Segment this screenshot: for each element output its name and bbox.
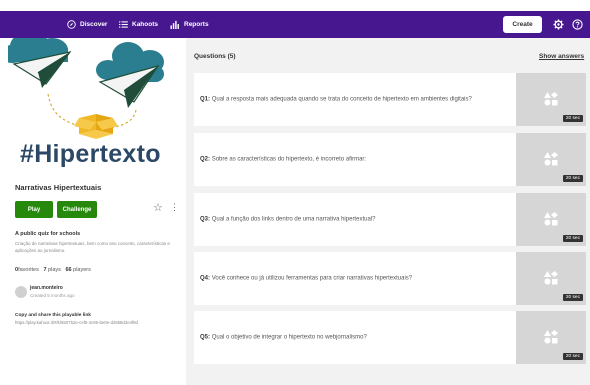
answer-shapes-icon — [544, 271, 558, 285]
nav-kahoots-label: Kahoots — [132, 20, 158, 28]
compass-icon — [66, 19, 76, 29]
question-label: Qual a função dos links dentro de uma na… — [211, 216, 376, 222]
question-label: Sobre as características do hipertexto, … — [211, 156, 367, 162]
time-badge: 20 sec — [562, 115, 583, 122]
question-thumbnail: 20 sec — [516, 252, 586, 305]
question-card[interactable]: Q1: Qual a resposta mais adequada quando… — [194, 73, 586, 126]
nav-discover-label: Discover — [80, 20, 108, 28]
list-icon — [118, 19, 128, 29]
share-label: Copy and share this playable link — [15, 313, 91, 318]
created-date: Created 5 months ago — [30, 293, 75, 298]
answer-shapes-icon — [544, 330, 558, 344]
quiz-description: Criação de narrativas hipertextuais, bem… — [15, 241, 170, 253]
more-icon[interactable]: ⋮ — [170, 203, 179, 212]
players-count: 66 — [65, 267, 72, 273]
question-thumbnail: 20 sec — [516, 311, 586, 364]
question-text: Q1: Qual a resposta mais adequada quando… — [200, 95, 500, 104]
time-badge: 20 sec — [562, 235, 583, 242]
question-number: Q2: — [200, 156, 211, 162]
bar-chart-icon — [170, 19, 180, 29]
question-text: Q5: Qual o objetivo de integrar o hipert… — [200, 333, 500, 342]
question-text: Q2: Sobre as características do hipertex… — [200, 155, 500, 164]
time-badge: 20 sec — [562, 353, 583, 360]
challenge-button[interactable]: Challenge — [57, 201, 97, 218]
question-number: Q4: — [200, 275, 211, 281]
players-label: players — [73, 267, 91, 273]
create-button[interactable]: Create — [503, 16, 542, 33]
answer-shapes-icon — [544, 152, 558, 166]
question-thumbnail: 20 sec — [516, 73, 586, 126]
nav-kahoots[interactable]: Kahoots — [118, 16, 158, 32]
question-number: Q5: — [200, 334, 211, 340]
questions-header: Questions (5) — [194, 53, 236, 60]
avatar[interactable] — [15, 286, 27, 298]
share-link[interactable]: https://play.kahoot.it/#/k/5507b2e-cef5-… — [15, 320, 138, 325]
question-label: Qual a resposta mais adequada quando se … — [211, 96, 472, 102]
question-number: Q3: — [200, 216, 211, 222]
question-thumbnail: 20 sec — [516, 193, 586, 246]
question-card[interactable]: Q3: Qual a função dos links dentro de um… — [194, 193, 586, 246]
quiz-stats: 0favorites 7 plays 66 players — [15, 267, 91, 273]
question-label: Você conhece ou já utilizou ferramentas … — [211, 275, 413, 281]
nav-discover[interactable]: Discover — [66, 16, 107, 32]
question-text: Q4: Você conhece ou já utilizou ferramen… — [200, 274, 500, 283]
question-card[interactable]: Q5: Qual o objetivo de integrar o hipert… — [194, 311, 586, 364]
answer-shapes-icon — [544, 212, 558, 226]
plays-label: plays — [48, 267, 61, 273]
gear-icon[interactable] — [552, 18, 564, 30]
visibility-label: A public quiz for schools — [15, 231, 81, 237]
cover-hashtag: #Hipertexto — [20, 140, 161, 168]
box-icon — [74, 114, 118, 139]
question-thumbnail: 20 sec — [516, 133, 586, 186]
time-badge: 20 sec — [562, 294, 583, 301]
nav-reports[interactable]: Reports — [170, 16, 209, 32]
question-text: Q3: Qual a função dos links dentro de um… — [200, 215, 500, 224]
question-card[interactable]: Q4: Você conhece ou já utilizou ferramen… — [194, 252, 586, 305]
favorites-label: favorites — [18, 267, 39, 273]
star-icon[interactable]: ☆ — [153, 203, 163, 214]
question-number: Q1: — [200, 96, 211, 102]
question-card[interactable]: Q2: Sobre as características do hipertex… — [194, 133, 586, 186]
help-icon[interactable] — [571, 18, 583, 30]
play-button[interactable]: Play — [15, 201, 53, 218]
show-answers-link[interactable]: Show answers — [539, 53, 584, 60]
question-label: Qual o objetivo de integrar o hipertexto… — [211, 334, 367, 340]
time-badge: 20 sec — [562, 175, 583, 182]
nav-reports-label: Reports — [184, 20, 209, 28]
answer-shapes-icon — [544, 92, 558, 106]
author-name[interactable]: jean.monteiro — [30, 285, 63, 291]
plays-count: 7 — [43, 267, 47, 273]
quiz-title: Narrativas Hipertextuais — [15, 183, 102, 192]
